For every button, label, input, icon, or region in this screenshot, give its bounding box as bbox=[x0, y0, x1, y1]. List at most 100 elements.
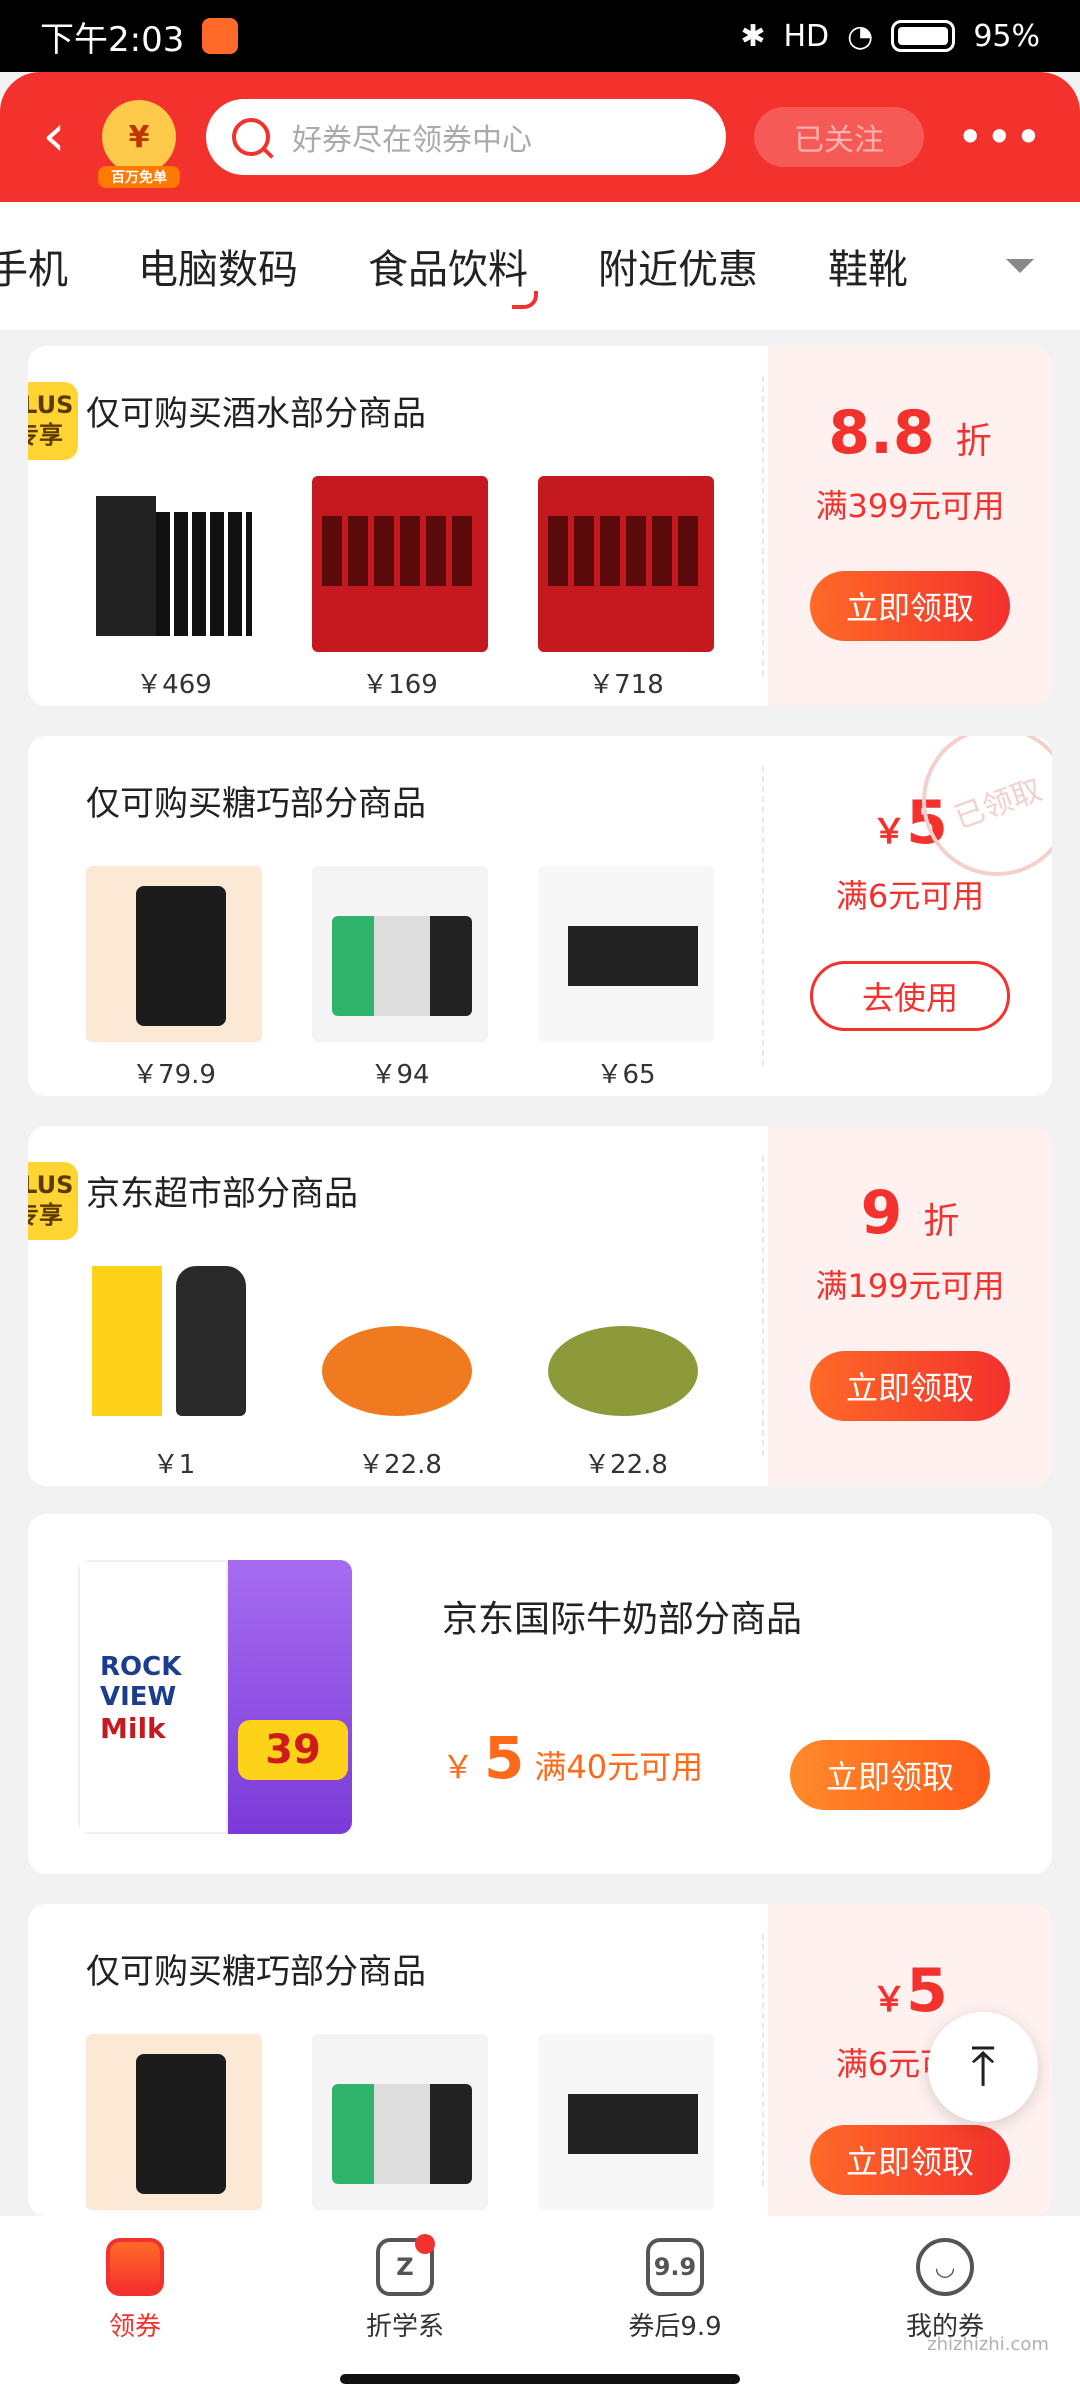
coupon-title: 仅可购买酒水部分商品 bbox=[86, 394, 426, 434]
discount-unit: 折 bbox=[923, 1201, 960, 1242]
product-price: ￥22.8 bbox=[358, 1450, 442, 1480]
nav-item-my-coupons[interactable]: ◡ 我的券 bbox=[845, 2238, 1045, 2400]
million-free-badge[interactable]: ¥ 百万免单 bbox=[98, 100, 180, 188]
product-image bbox=[538, 1256, 714, 1432]
discount-amount: 9 bbox=[860, 1178, 903, 1248]
claim-button[interactable]: 立即领取 bbox=[810, 2125, 1010, 2195]
yen-coin-icon: ¥ bbox=[128, 119, 150, 155]
use-button[interactable]: 去使用 bbox=[810, 961, 1010, 1031]
product-price: ￥65 bbox=[596, 1060, 656, 1090]
currency-symbol: ￥ bbox=[872, 1980, 907, 2020]
notification-app-icon bbox=[202, 18, 239, 54]
coupon-discount: 8.8 折 bbox=[828, 400, 991, 475]
currency-symbol: ￥ bbox=[442, 1748, 475, 1786]
search-placeholder: 好券尽在领券中心 bbox=[292, 123, 532, 158]
top-header: ‹ ¥ 百万免单 好券尽在领券中心 已关注 ••• bbox=[0, 72, 1080, 202]
coupon-card[interactable]: PLUS 专享 京东超市部分商品 ￥1 ￥22.8 ￥22.8 9 折 满199… bbox=[28, 1126, 1052, 1486]
product-list bbox=[86, 2034, 714, 2210]
notification-dot bbox=[415, 2234, 435, 2254]
wifi-icon: ◔ bbox=[847, 18, 874, 54]
bluetooth-icon: ✱ bbox=[740, 18, 766, 54]
card-divider bbox=[762, 766, 764, 1066]
status-icons: ✱ HD ◔ 95% bbox=[740, 19, 1040, 54]
card-divider bbox=[762, 1934, 764, 2186]
tab-nearby-deals[interactable]: 附近优惠 bbox=[598, 237, 758, 295]
search-input[interactable]: 好券尽在领券中心 bbox=[206, 99, 726, 175]
plus-exclusive-badge: PLUS 专享 bbox=[28, 1162, 78, 1240]
claim-button[interactable]: 立即领取 bbox=[810, 1351, 1010, 1421]
status-time: 下午2:03 bbox=[40, 19, 185, 60]
product-item[interactable]: ￥22.8 bbox=[538, 1256, 714, 1481]
follow-button[interactable]: 已关注 bbox=[754, 107, 924, 167]
coupon-value-pane: 已领取 ￥5 满6元可用 去使用 bbox=[768, 736, 1052, 1096]
product-item[interactable]: ￥718 bbox=[538, 476, 714, 701]
product-image bbox=[538, 476, 714, 652]
tab-computer-digital[interactable]: 电脑数码 bbox=[138, 237, 298, 295]
product-list: ￥79.9 ￥94 ￥65 bbox=[86, 866, 714, 1091]
coupon-condition: 满40元可用 bbox=[534, 1748, 704, 1786]
coupon-discount: ￥ 5 满40元可用 bbox=[442, 1724, 703, 1792]
search-icon bbox=[232, 118, 270, 156]
product-image bbox=[86, 2034, 262, 2210]
coupon-icon bbox=[106, 2238, 164, 2296]
milk-label: Milk bbox=[100, 1712, 166, 1745]
discount-amount: 5 bbox=[906, 1956, 948, 2026]
milk-brand-logo: ROCK VIEW bbox=[100, 1652, 182, 1712]
coupon-card-milk[interactable]: ROCK VIEW Milk 39 京东国际牛奶部分商品 ￥ 5 满40元可用 … bbox=[28, 1514, 1052, 1874]
nav-label: 券后9.9 bbox=[628, 2312, 722, 2342]
product-list: ￥1 ￥22.8 ￥22.8 bbox=[86, 1256, 714, 1481]
more-options-icon[interactable]: ••• bbox=[957, 110, 1044, 164]
product-item[interactable]: ￥22.8 bbox=[312, 1256, 488, 1481]
scroll-to-top-button[interactable]: ⤒ bbox=[928, 2012, 1038, 2122]
arrow-up-icon: ⤒ bbox=[971, 2035, 995, 2098]
price-tag-icon: 9.9 bbox=[646, 2238, 704, 2296]
smile-icon: ◡ bbox=[916, 2238, 974, 2296]
product-item[interactable]: ￥1 bbox=[86, 1256, 262, 1481]
coupon-condition: 满6元可用 bbox=[835, 877, 985, 915]
product-price: ￥79.9 bbox=[132, 1060, 216, 1090]
tab-phone[interactable]: 手机 bbox=[0, 237, 68, 295]
product-item[interactable]: ￥169 bbox=[312, 476, 488, 701]
category-tabs: 手机 电脑数码 食品饮料 附近优惠 鞋靴 bbox=[0, 202, 1080, 330]
product-item[interactable] bbox=[312, 2034, 488, 2210]
coupon-value-pane: 8.8 折 满399元可用 立即领取 bbox=[768, 346, 1052, 706]
product-price: ￥169 bbox=[362, 670, 438, 700]
coupon-title: 京东超市部分商品 bbox=[86, 1174, 358, 1214]
claim-button[interactable]: 立即领取 bbox=[810, 571, 1010, 641]
discount-amount: 5 bbox=[484, 1724, 525, 1792]
product-image bbox=[86, 476, 262, 652]
chevron-down-icon bbox=[1006, 259, 1034, 273]
product-image bbox=[312, 866, 488, 1042]
home-indicator[interactable] bbox=[340, 2374, 740, 2384]
tab-food-drink[interactable]: 食品饮料 bbox=[368, 237, 538, 309]
coupon-title: 京东国际牛奶部分商品 bbox=[442, 1599, 803, 1640]
coupon-discount: 9 折 bbox=[861, 1180, 960, 1255]
coupon-card[interactable]: PLUS 专享 仅可购买酒水部分商品 ￥469 ￥169 ￥718 8.8 折 … bbox=[28, 346, 1052, 706]
plus-exclusive-badge: PLUS 专享 bbox=[28, 382, 78, 460]
product-item[interactable] bbox=[538, 2034, 714, 2210]
product-price: ￥22.8 bbox=[584, 1450, 668, 1480]
product-item[interactable]: ￥79.9 bbox=[86, 866, 262, 1091]
claim-button[interactable]: 立即领取 bbox=[790, 1740, 990, 1810]
expand-tabs-button[interactable] bbox=[960, 202, 1080, 330]
nav-item-coupons[interactable]: 领券 bbox=[35, 2238, 235, 2400]
product-item[interactable]: ￥469 bbox=[86, 476, 262, 701]
tab-shoes[interactable]: 鞋靴 bbox=[828, 237, 908, 295]
coupon-card[interactable]: 仅可购买糖巧部分商品 ￥79.9 ￥94 ￥65 已领取 ￥5 满6元可用 去使… bbox=[28, 736, 1052, 1096]
coupon-card[interactable]: 仅可购买糖巧部分商品 ￥5 满6元可用 立即领取 bbox=[28, 1904, 1052, 2216]
milk-product-image[interactable]: ROCK VIEW Milk 39 bbox=[78, 1560, 352, 1834]
coupon-condition: 满399元可用 bbox=[815, 487, 1005, 525]
product-image bbox=[312, 476, 488, 652]
product-item[interactable] bbox=[86, 2034, 262, 2210]
coupon-condition: 满199元可用 bbox=[815, 1267, 1005, 1305]
promo-price: 39 bbox=[238, 1720, 348, 1780]
product-item[interactable]: ￥65 bbox=[538, 866, 714, 1091]
nav-label: 折学系 bbox=[365, 2312, 444, 2342]
product-image bbox=[538, 866, 714, 1042]
product-image bbox=[86, 1256, 262, 1432]
milk-carton: ROCK VIEW Milk bbox=[78, 1560, 228, 1834]
product-price: ￥1 bbox=[152, 1450, 196, 1480]
currency-symbol: ￥ bbox=[872, 812, 907, 852]
product-item[interactable]: ￥94 bbox=[312, 866, 488, 1091]
back-icon[interactable]: ‹ bbox=[24, 106, 84, 167]
